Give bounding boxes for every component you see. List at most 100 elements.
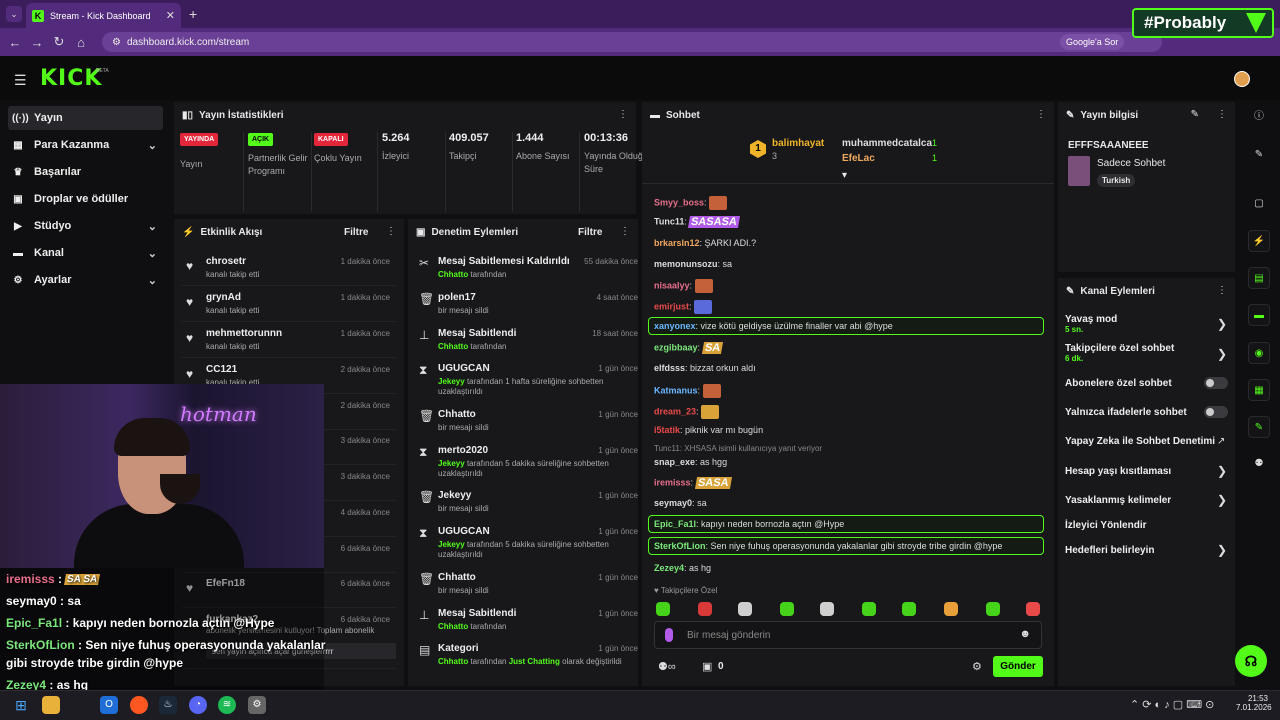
wrench-icon: ✎ [1066,109,1075,121]
chat-input[interactable]: Bir mesaj gönderin ☻ [654,621,1042,649]
chat-message: emirjust: [654,300,713,314]
emoji-icon[interactable]: ☻ [1019,628,1031,640]
followers-only-action[interactable]: Takipçilere özel sohbet 6 dk. [1065,343,1174,363]
account-age-action[interactable]: Hesap yaşı kısıtlaması [1065,466,1171,477]
chat-message: Katmanus: [654,384,721,398]
file-explorer-icon[interactable] [42,696,60,714]
emote-icon[interactable] [698,602,712,616]
overlay-chat-message: Epic_Fa1l : kapıyı neden bornozla açtın … [6,616,275,630]
more-options-icon[interactable]: ⋮ [1217,285,1227,296]
channel-icon: ▬ [13,247,23,259]
community-icon[interactable]: ⚉∞ [658,660,676,673]
discord-icon[interactable]: ◔ [189,696,207,714]
steam-icon[interactable]: ♨ [159,696,177,714]
gear-icon[interactable]: ⚙ [972,660,982,673]
settings-icon[interactable]: ⚙ [248,696,266,714]
chevron-right-icon[interactable]: ❯ [1217,493,1227,507]
slow-mode-action[interactable]: Yavaş mod 5 sn. [1065,314,1117,334]
more-options-icon[interactable]: ⋮ [1036,109,1046,120]
edit-icon[interactable]: ✎ [1248,144,1270,166]
beta-label: BETA [96,68,109,74]
filter-button[interactable]: Filtre [578,227,602,238]
emote-only-toggle[interactable] [1204,406,1228,418]
emote-icon[interactable] [862,602,876,616]
emote-icon[interactable] [986,602,1000,616]
more-options-icon[interactable]: ⋮ [618,109,628,120]
host-action[interactable]: İzleyici Yönlendir [1065,520,1147,531]
sidebar-item-settings[interactable]: ⚙ Ayarlar ⌄ [8,268,163,292]
sidebar-item-drops[interactable]: ▣ Droplar ve ödüller [8,187,163,211]
banned-words-action[interactable]: Yasaklanmış kelimeler [1065,495,1171,506]
focus-icon[interactable]: ▢ [1248,193,1270,215]
chrome-icon[interactable] [130,696,148,714]
new-tab-button[interactable]: + [189,6,197,22]
more-options-icon[interactable]: ⋮ [386,226,396,237]
support-icon[interactable]: ☊ [1235,645,1267,677]
chevron-right-icon[interactable]: ❯ [1217,347,1227,361]
chat-message: Smyy_boss: [654,196,728,210]
panel-header: ✎ Kanal Eylemleri [1066,285,1155,297]
send-button[interactable]: Gönder [993,656,1043,677]
emote-icon[interactable] [738,602,752,616]
forward-icon[interactable]: → [26,35,48,50]
back-icon[interactable]: ← [4,35,26,50]
filter-button[interactable]: Filtre [344,227,368,238]
emote-icon[interactable] [656,602,670,616]
webcam-overlay: hotman [0,384,324,568]
home-icon[interactable]: ⌂ [70,35,92,50]
overlay-chat-message: seymay0 : sa [6,594,81,608]
edit-icon[interactable]: ✎ [1191,109,1199,120]
broadcast-icon[interactable]: ◉ [1248,342,1270,364]
trash-icon: 🗑 [419,409,435,423]
spotify-icon[interactable]: ≋ [218,696,236,714]
sidebar-item-channel[interactable]: ▬ Kanal ⌄ [8,241,163,265]
external-link-icon[interactable]: ↗ [1217,436,1225,447]
emote-icon[interactable] [944,602,958,616]
bolt-icon[interactable]: ⚡ [1248,230,1270,252]
sidebar-item-studio[interactable]: ▶ Stüdyo ⌄ [8,214,163,238]
reload-icon[interactable]: ↻ [48,34,70,50]
chat-icon[interactable]: ▬ [1248,304,1270,326]
subscribers-only-toggle[interactable] [1204,377,1228,389]
windows-start-icon[interactable]: ⊞ [12,696,30,714]
chevron-right-icon[interactable]: ❯ [1217,464,1227,478]
wrench-icon[interactable]: ✎ [1248,416,1270,438]
expand-icon[interactable]: ▾ [842,170,847,181]
goals-action[interactable]: Hedefleri belirleyin [1065,545,1154,556]
chevron-right-icon[interactable]: ❯ [1217,543,1227,557]
tab-list-button[interactable]: ⌄ [6,6,22,22]
community-icon[interactable]: ⚉ [1248,453,1270,475]
clock[interactable]: 21:53 7.01.2026 [1236,694,1272,712]
emote-icon[interactable] [780,602,794,616]
user-avatar[interactable] [1234,71,1250,87]
info-icon[interactable]: ⓘ [1248,106,1270,128]
mic-icon[interactable] [665,628,673,642]
close-tab-icon[interactable]: ✕ [166,9,175,22]
more-options-icon[interactable]: ⋮ [620,226,630,237]
emote-icon[interactable] [902,602,916,616]
document-icon[interactable]: ▤ [1248,267,1270,289]
google-search-button[interactable]: Google'a Sor [1060,34,1125,50]
sidebar-item-monetization[interactable]: ▦ Para Kazanma ⌄ [8,133,163,157]
sidebar-item-stream[interactable]: ((·)) Yayın [8,106,163,130]
site-info-icon[interactable]: ⚙ [112,37,121,48]
emote-icon[interactable] [1026,602,1040,616]
chat-message: iremisss: SASA [654,477,732,489]
url-text: dashboard.kick.com/stream [126,36,250,48]
menu-icon[interactable]: ☰ [14,72,27,89]
more-options-icon[interactable]: ⋮ [1217,109,1227,120]
category-thumbnail[interactable] [1068,156,1090,186]
browser-tab[interactable]: K Stream - Kick Dashboard ✕ [26,3,181,28]
tag-badge[interactable]: Turkish [1097,174,1136,187]
tray-icons[interactable]: ⌃ ⟳ ◐ ♪ ▢ ⌨ ⊙ [1130,698,1214,711]
address-bar[interactable]: ⚙ dashboard.kick.com/stream [102,32,1162,52]
chevron-right-icon[interactable]: ❯ [1217,317,1227,331]
sidebar-item-achievements[interactable]: ♛ Başarılar [8,160,163,184]
ai-moderation-action[interactable]: Yapay Zeka ile Sohbet Denetimi [1065,436,1215,447]
gift-icon[interactable]: ▣ [702,660,712,673]
category-name[interactable]: Sadece Sohbet [1097,158,1165,169]
outlook-icon[interactable]: O [100,696,118,714]
kick-logo[interactable]: KICK [40,66,102,91]
emote-icon[interactable] [820,602,834,616]
layout-icon[interactable]: ▦ [1248,379,1270,401]
